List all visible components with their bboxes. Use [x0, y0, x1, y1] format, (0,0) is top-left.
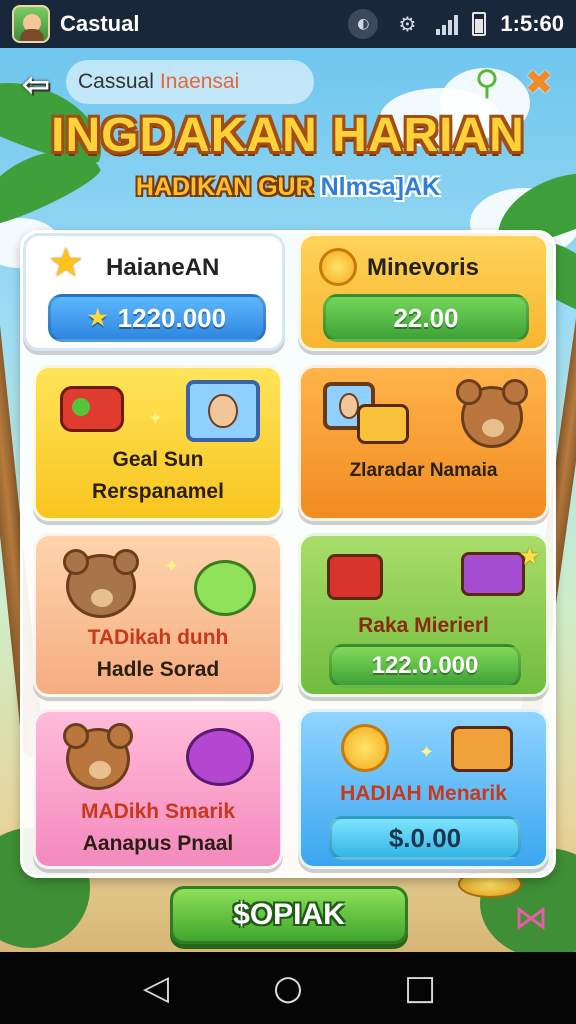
reward-card-6[interactable]: ✦ HADIAH Menarik $.0.00	[298, 709, 549, 869]
bear-icon	[63, 723, 133, 790]
turtle-icon	[194, 560, 256, 616]
claim-button-label: $OPIAK	[233, 898, 345, 931]
banner-subtitle: HADIKAN GUR Nlmsa]AK	[0, 173, 576, 202]
lightning-icon: ★	[87, 305, 108, 330]
reward-card-1[interactable]: ✦ Geal Sun Rerspanamel	[33, 365, 283, 521]
reward-card-3-line1: TADikah dunh	[87, 626, 229, 649]
coins-value: 22.00	[323, 294, 529, 342]
reward-card-6-value-text: $.0.00	[388, 822, 462, 853]
coin-icon	[341, 724, 389, 772]
coins-label: Minevoris	[367, 254, 480, 281]
bear-icon	[456, 379, 528, 448]
search-icon: ⚲	[474, 63, 500, 103]
claim-button[interactable]: $OPIAK	[170, 886, 408, 944]
app-avatar-icon	[12, 5, 50, 43]
reward-card-3-line2: Hadle Sorad	[96, 658, 220, 681]
reward-card-5-line1: MADikh Smarik	[80, 800, 236, 823]
balance-label: HaianeAN	[106, 254, 220, 281]
coin-icon	[319, 248, 357, 286]
balance-value-text: 1220.000	[117, 302, 227, 333]
reward-card-2[interactable]: Zlaradar Namaia	[298, 365, 549, 521]
media-icon: ◐	[348, 9, 379, 39]
rewards-panel: ★ HaianeAN ★ 1220.000 Minevoris 22.00 ✦ …	[20, 230, 556, 878]
camera-icon	[451, 726, 513, 772]
status-bar: Castual ◐ ⚙ 1:5:60	[0, 0, 576, 48]
nav-home-icon[interactable]: ○	[263, 968, 313, 1008]
reward-card-5-line2: Aanapus Pnaal	[82, 832, 234, 855]
back-button[interactable]: ⇦	[14, 65, 58, 105]
reward-card-1-line2: Rerspanamel	[92, 480, 224, 503]
signal-icon	[436, 13, 459, 35]
header-title-main: Cassual	[78, 70, 154, 93]
alarm-icon: ⚙	[398, 12, 417, 36]
system-nav-bar: ◁ ○ □	[0, 952, 576, 1024]
gamepad-icon	[60, 386, 124, 432]
reward-card-3[interactable]: ✦ TADikah dunh Hadle Sorad	[33, 533, 283, 697]
banner-subtitle-b: Nlmsa]AK	[320, 173, 441, 201]
reward-card-2-line1: Zlaradar Namaia	[349, 460, 498, 481]
coins-card: Minevoris 22.00	[298, 233, 549, 351]
hamster-icon	[63, 549, 139, 618]
banner-title: INGDAKAN HARIAN	[51, 109, 525, 162]
header-title: Cassual Inaensai	[66, 60, 314, 104]
app-name: Castual	[60, 11, 140, 36]
clock: 1:5:60	[500, 11, 564, 36]
reward-card-5[interactable]: MADikh Smarik Aanapus Pnaal	[33, 709, 283, 869]
close-icon: ✖	[524, 63, 554, 103]
balance-value: ★ 1220.000	[48, 294, 266, 342]
nav-recents-icon[interactable]: □	[395, 968, 445, 1008]
reward-card-4[interactable]: ★ Raka Mierierl 122.0.000	[298, 533, 549, 697]
back-arrow-icon: ⇦	[21, 65, 51, 105]
candy-box-icon	[461, 552, 525, 596]
header-title-highlight: Inaensai	[159, 70, 240, 93]
gift-box-icon	[327, 554, 383, 600]
radish-icon	[186, 728, 254, 786]
close-button[interactable]: ✖	[518, 62, 560, 104]
coins-value-text: 22.00	[393, 302, 459, 333]
reward-card-6-value: $.0.00	[329, 816, 521, 860]
banner-subtitle-a: HADIKAN GUR	[135, 173, 314, 201]
reward-card-6-line1: HADIAH Menarik	[340, 782, 507, 805]
balance-card: ★ HaianeAN ★ 1220.000	[23, 233, 285, 351]
star-icon: ★	[48, 240, 84, 286]
reward-card-4-value-text: 122.0.000	[371, 652, 479, 679]
treasure-chest-icon	[357, 404, 409, 444]
star-icon: ★	[519, 542, 541, 570]
battery-icon	[472, 12, 487, 36]
search-button[interactable]: ⚲	[466, 62, 508, 104]
bow-icon: ⋈	[514, 898, 548, 938]
reward-card-4-value: 122.0.000	[329, 644, 521, 688]
reward-card-4-line1: Raka Mierierl	[358, 614, 489, 637]
reward-card-1-line1: Geal Sun	[112, 448, 204, 471]
photo-icon	[186, 380, 260, 442]
nav-back-icon[interactable]: ◁	[131, 968, 181, 1008]
